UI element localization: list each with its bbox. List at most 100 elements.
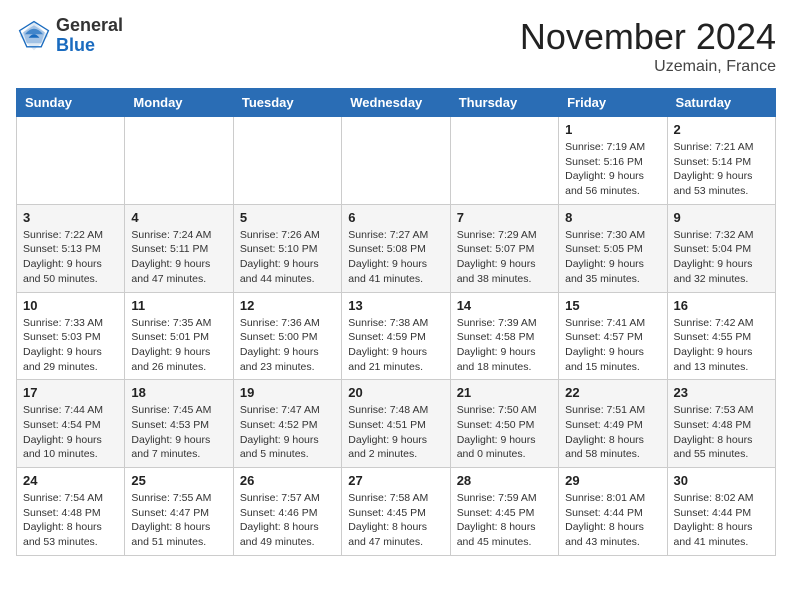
- day-info: Sunrise: 7:19 AM Sunset: 5:16 PM Dayligh…: [565, 140, 660, 199]
- calendar-day-cell: 21 Sunrise: 7:50 AM Sunset: 4:50 PM Dayli…: [450, 380, 558, 468]
- day-info: Sunrise: 7:22 AM Sunset: 5:13 PM Dayligh…: [23, 228, 118, 287]
- day-info: Sunrise: 8:02 AM Sunset: 4:44 PM Dayligh…: [674, 491, 769, 550]
- day-number: 4: [131, 210, 226, 225]
- calendar-week-row: 17 Sunrise: 7:44 AM Sunset: 4:54 PM Dayli…: [17, 380, 776, 468]
- day-number: 18: [131, 385, 226, 400]
- day-info: Sunrise: 7:35 AM Sunset: 5:01 PM Dayligh…: [131, 316, 226, 375]
- calendar-day-cell: 15 Sunrise: 7:41 AM Sunset: 4:57 PM Dayli…: [559, 292, 667, 380]
- calendar-day-cell: 7Sunrise: 7:29 AM Sunset: 5:07 PM Daylig…: [450, 204, 558, 292]
- day-number: 23: [674, 385, 769, 400]
- day-info: Sunrise: 7:21 AM Sunset: 5:14 PM Dayligh…: [674, 140, 769, 199]
- calendar-day-cell: 3 Sunrise: 7:22 AM Sunset: 5:13 PM Daylig…: [17, 204, 125, 292]
- day-number: 13: [348, 298, 443, 313]
- day-info: Sunrise: 7:44 AM Sunset: 4:54 PM Dayligh…: [23, 403, 118, 462]
- page-header: General Blue November 2024 Uzemain, Fran…: [16, 16, 776, 76]
- day-info: Sunrise: 7:57 AM Sunset: 4:46 PM Dayligh…: [240, 491, 335, 550]
- day-number: 15: [565, 298, 660, 313]
- day-info: Sunrise: 7:30 AM Sunset: 5:05 PM Dayligh…: [565, 228, 660, 287]
- calendar-table: SundayMondayTuesdayWednesdayThursdayFrid…: [16, 88, 776, 556]
- calendar-day-cell: 23 Sunrise: 7:53 AM Sunset: 4:48 PM Dayli…: [667, 380, 775, 468]
- weekday-header-row: SundayMondayTuesdayWednesdayThursdayFrid…: [17, 89, 776, 117]
- day-number: 9: [674, 210, 769, 225]
- calendar-day-cell: 12Sunrise: 7:36 AM Sunset: 5:00 PM Dayli…: [233, 292, 341, 380]
- day-number: 14: [457, 298, 552, 313]
- day-number: 11: [131, 298, 226, 313]
- day-info: Sunrise: 7:27 AM Sunset: 5:08 PM Dayligh…: [348, 228, 443, 287]
- weekday-header: Sunday: [17, 89, 125, 117]
- weekday-header: Saturday: [667, 89, 775, 117]
- day-number: 5: [240, 210, 335, 225]
- calendar-day-cell: 4Sunrise: 7:24 AM Sunset: 5:11 PM Daylig…: [125, 204, 233, 292]
- day-number: 24: [23, 473, 118, 488]
- calendar-day-cell: 2 Sunrise: 7:21 AM Sunset: 5:14 PM Daylig…: [667, 117, 775, 205]
- logo: General Blue: [16, 16, 123, 56]
- calendar-day-cell: [125, 117, 233, 205]
- day-info: Sunrise: 7:41 AM Sunset: 4:57 PM Dayligh…: [565, 316, 660, 375]
- logo-icon: [16, 18, 52, 54]
- weekday-header: Monday: [125, 89, 233, 117]
- calendar-day-cell: 10Sunrise: 7:33 AM Sunset: 5:03 PM Dayli…: [17, 292, 125, 380]
- day-number: 29: [565, 473, 660, 488]
- day-number: 21: [457, 385, 552, 400]
- day-info: Sunrise: 7:38 AM Sunset: 4:59 PM Dayligh…: [348, 316, 443, 375]
- weekday-header: Wednesday: [342, 89, 450, 117]
- day-info: Sunrise: 7:50 AM Sunset: 4:50 PM Dayligh…: [457, 403, 552, 462]
- calendar-day-cell: [450, 117, 558, 205]
- logo-text: General Blue: [56, 16, 123, 56]
- calendar-day-cell: 22Sunrise: 7:51 AM Sunset: 4:49 PM Dayli…: [559, 380, 667, 468]
- calendar-week-row: 3 Sunrise: 7:22 AM Sunset: 5:13 PM Daylig…: [17, 204, 776, 292]
- calendar-week-row: 1 Sunrise: 7:19 AM Sunset: 5:16 PM Daylig…: [17, 117, 776, 205]
- location-subtitle: Uzemain, France: [520, 58, 776, 76]
- day-number: 20: [348, 385, 443, 400]
- title-area: November 2024 Uzemain, France: [520, 16, 776, 76]
- calendar-day-cell: 20 Sunrise: 7:48 AM Sunset: 4:51 PM Dayli…: [342, 380, 450, 468]
- day-number: 6: [348, 210, 443, 225]
- calendar-day-cell: 30 Sunrise: 8:02 AM Sunset: 4:44 PM Dayli…: [667, 468, 775, 556]
- day-info: Sunrise: 7:48 AM Sunset: 4:51 PM Dayligh…: [348, 403, 443, 462]
- day-info: Sunrise: 7:54 AM Sunset: 4:48 PM Dayligh…: [23, 491, 118, 550]
- day-number: 16: [674, 298, 769, 313]
- weekday-header: Tuesday: [233, 89, 341, 117]
- day-info: Sunrise: 7:55 AM Sunset: 4:47 PM Dayligh…: [131, 491, 226, 550]
- calendar-day-cell: [342, 117, 450, 205]
- day-number: 8: [565, 210, 660, 225]
- calendar-day-cell: 11 Sunrise: 7:35 AM Sunset: 5:01 PM Dayli…: [125, 292, 233, 380]
- calendar-day-cell: 17 Sunrise: 7:44 AM Sunset: 4:54 PM Dayli…: [17, 380, 125, 468]
- weekday-header: Thursday: [450, 89, 558, 117]
- day-info: Sunrise: 7:58 AM Sunset: 4:45 PM Dayligh…: [348, 491, 443, 550]
- calendar-day-cell: [233, 117, 341, 205]
- calendar-day-cell: 27Sunrise: 7:58 AM Sunset: 4:45 PM Dayli…: [342, 468, 450, 556]
- calendar-day-cell: 5 Sunrise: 7:26 AM Sunset: 5:10 PM Daylig…: [233, 204, 341, 292]
- day-number: 25: [131, 473, 226, 488]
- day-number: 7: [457, 210, 552, 225]
- calendar-day-cell: 8 Sunrise: 7:30 AM Sunset: 5:05 PM Daylig…: [559, 204, 667, 292]
- calendar-day-cell: 9 Sunrise: 7:32 AM Sunset: 5:04 PM Daylig…: [667, 204, 775, 292]
- day-info: Sunrise: 7:59 AM Sunset: 4:45 PM Dayligh…: [457, 491, 552, 550]
- calendar-day-cell: 18 Sunrise: 7:45 AM Sunset: 4:53 PM Dayli…: [125, 380, 233, 468]
- day-number: 30: [674, 473, 769, 488]
- day-info: Sunrise: 7:42 AM Sunset: 4:55 PM Dayligh…: [674, 316, 769, 375]
- day-number: 17: [23, 385, 118, 400]
- calendar-day-cell: 29Sunrise: 8:01 AM Sunset: 4:44 PM Dayli…: [559, 468, 667, 556]
- day-number: 26: [240, 473, 335, 488]
- day-info: Sunrise: 7:32 AM Sunset: 5:04 PM Dayligh…: [674, 228, 769, 287]
- day-number: 2: [674, 122, 769, 137]
- day-info: Sunrise: 7:45 AM Sunset: 4:53 PM Dayligh…: [131, 403, 226, 462]
- day-number: 1: [565, 122, 660, 137]
- day-info: Sunrise: 7:26 AM Sunset: 5:10 PM Dayligh…: [240, 228, 335, 287]
- calendar-day-cell: 24 Sunrise: 7:54 AM Sunset: 4:48 PM Dayli…: [17, 468, 125, 556]
- calendar-week-row: 24 Sunrise: 7:54 AM Sunset: 4:48 PM Dayli…: [17, 468, 776, 556]
- day-info: Sunrise: 7:51 AM Sunset: 4:49 PM Dayligh…: [565, 403, 660, 462]
- calendar-day-cell: 16 Sunrise: 7:42 AM Sunset: 4:55 PM Dayli…: [667, 292, 775, 380]
- day-info: Sunrise: 7:53 AM Sunset: 4:48 PM Dayligh…: [674, 403, 769, 462]
- day-info: Sunrise: 7:36 AM Sunset: 5:00 PM Dayligh…: [240, 316, 335, 375]
- calendar-day-cell: 26 Sunrise: 7:57 AM Sunset: 4:46 PM Dayli…: [233, 468, 341, 556]
- day-info: Sunrise: 7:39 AM Sunset: 4:58 PM Dayligh…: [457, 316, 552, 375]
- day-info: Sunrise: 7:47 AM Sunset: 4:52 PM Dayligh…: [240, 403, 335, 462]
- calendar-day-cell: 28Sunrise: 7:59 AM Sunset: 4:45 PM Dayli…: [450, 468, 558, 556]
- calendar-day-cell: 19 Sunrise: 7:47 AM Sunset: 4:52 PM Dayli…: [233, 380, 341, 468]
- day-number: 19: [240, 385, 335, 400]
- calendar-day-cell: 25 Sunrise: 7:55 AM Sunset: 4:47 PM Dayli…: [125, 468, 233, 556]
- day-number: 3: [23, 210, 118, 225]
- calendar-day-cell: 13 Sunrise: 7:38 AM Sunset: 4:59 PM Dayli…: [342, 292, 450, 380]
